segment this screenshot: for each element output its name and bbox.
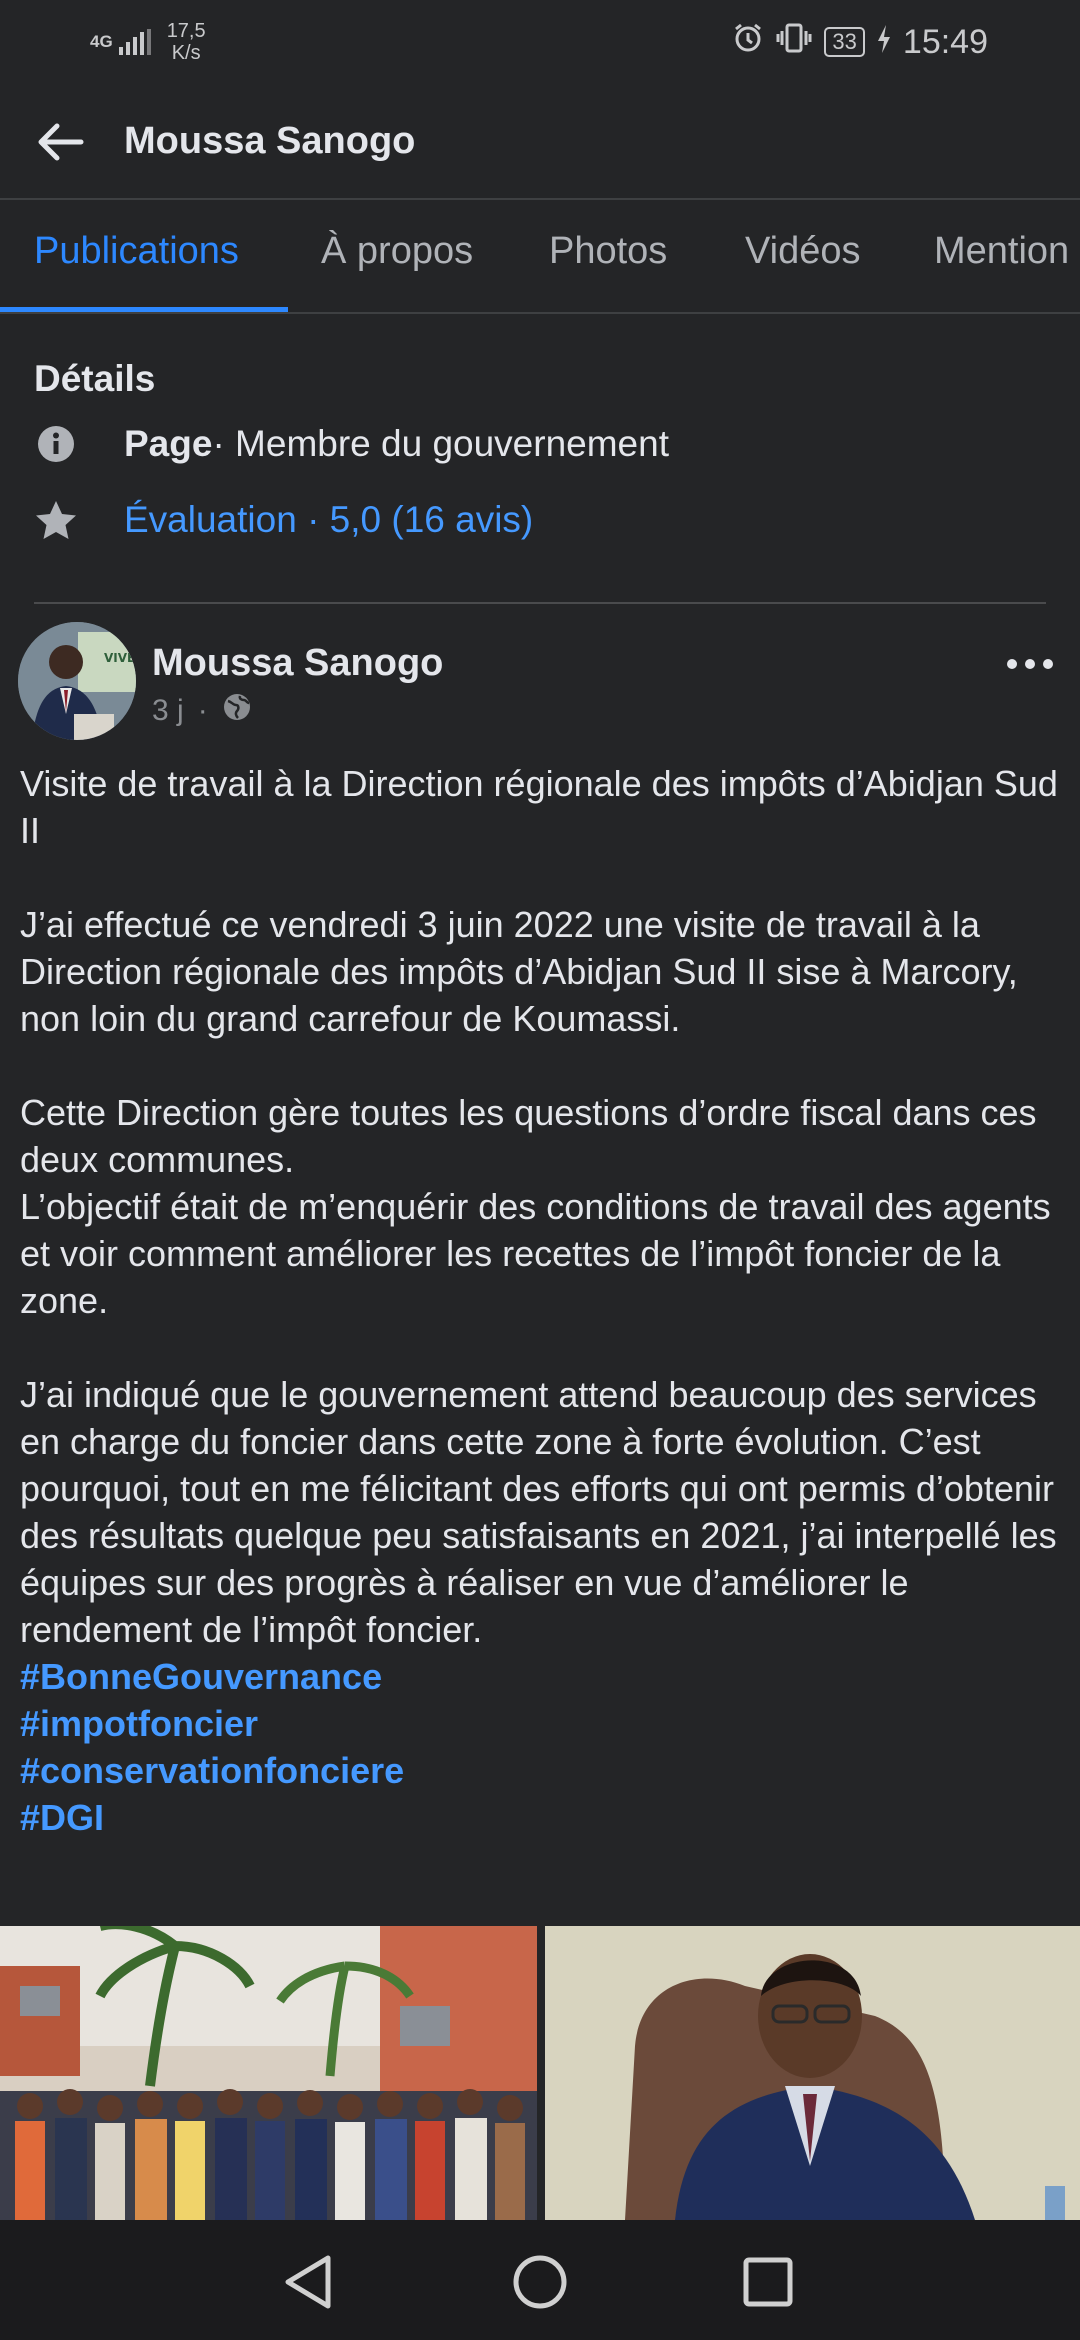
- info-icon: [34, 422, 78, 466]
- nav-home-button[interactable]: [508, 2250, 572, 2314]
- tab-about[interactable]: À propos: [321, 230, 473, 273]
- section-divider: [34, 602, 1046, 604]
- tab-photos[interactable]: Photos: [549, 230, 667, 273]
- tab-videos[interactable]: Vidéos: [745, 230, 861, 273]
- globe-icon: [222, 692, 252, 730]
- arrow-left-icon: [38, 123, 84, 161]
- page-title: Moussa Sanogo: [124, 120, 416, 162]
- portrait-photo[interactable]: [545, 1926, 1080, 2220]
- post-paragraph: Cette Direction gère toutes les question…: [20, 1092, 1051, 1321]
- tab-mentions[interactable]: Mention: [934, 230, 1069, 273]
- page-category-row: Page · Membre du gouvernement: [34, 422, 669, 466]
- network-type: 4G: [90, 32, 113, 51]
- details-title: Détails: [34, 358, 156, 399]
- more-dot: [1025, 659, 1035, 669]
- battery-level: 33: [824, 27, 865, 57]
- hashtag-link[interactable]: #BonneGouvernance: [20, 1653, 1070, 1700]
- vibrate-icon: [776, 22, 812, 62]
- system-nav-bar: [0, 2220, 1080, 2340]
- rating-link[interactable]: Évaluation · 5,0 (16 avis): [124, 499, 533, 541]
- rating-row[interactable]: Évaluation · 5,0 (16 avis): [34, 498, 533, 542]
- post-author[interactable]: Moussa Sanogo: [152, 642, 443, 685]
- network-speed-value: 17,5: [166, 20, 206, 42]
- post-paragraph: Visite de travail à la Direction régiona…: [20, 763, 1058, 851]
- star-icon: [34, 498, 78, 542]
- nav-recents-button[interactable]: [736, 2250, 800, 2314]
- alarm-icon: [732, 22, 764, 62]
- nav-back-button[interactable]: [276, 2250, 340, 2314]
- page-label: Page: [124, 423, 213, 464]
- svg-text:VIVE: VIVE: [104, 651, 135, 665]
- status-left: 4G 17,5 K/s: [90, 20, 206, 64]
- signal-icon: [118, 29, 151, 55]
- hashtag-link[interactable]: #impotfoncier: [20, 1700, 1070, 1747]
- post-time[interactable]: 3 j: [152, 694, 184, 728]
- group-photo[interactable]: [0, 1926, 537, 2220]
- back-button[interactable]: [30, 114, 90, 170]
- active-tab-indicator: [0, 307, 288, 312]
- post-meta: 3 j ·: [152, 692, 252, 730]
- profile-tabs: Publications À propos Photos Vidéos Ment…: [0, 200, 1080, 314]
- more-dot: [1007, 659, 1017, 669]
- meta-separator: ·: [197, 694, 208, 727]
- avatar[interactable]: VIVE: [18, 622, 136, 740]
- post-photos: [0, 1926, 1080, 2220]
- post-text: Visite de travail à la Direction régiona…: [20, 760, 1070, 1841]
- network-speed: 17,5 K/s: [167, 20, 206, 64]
- triangle-back-icon: [285, 2255, 331, 2309]
- more-options-button[interactable]: [1000, 644, 1060, 684]
- hashtag-link[interactable]: #DGI: [20, 1794, 1070, 1841]
- tab-publications[interactable]: Publications: [34, 230, 239, 273]
- status-bar: 4G 17,5 K/s 33 15:49: [0, 0, 1080, 84]
- hashtag-list: #BonneGouvernance #impotfoncier #conserv…: [20, 1653, 1070, 1841]
- status-right: 33 15:49: [732, 22, 988, 62]
- charging-icon: [877, 23, 891, 61]
- clock: 15:49: [902, 22, 988, 61]
- page-category: · Membre du gouvernement: [212, 423, 669, 464]
- page-header: Moussa Sanogo: [0, 84, 1080, 200]
- hashtag-link[interactable]: #conservationfonciere: [20, 1747, 1070, 1794]
- network-speed-unit: K/s: [171, 42, 201, 64]
- post-paragraph: J’ai indiqué que le gouvernement attend …: [20, 1374, 1057, 1650]
- details-section: Détails Page · Membre du gouvernement Év…: [0, 316, 1080, 604]
- square-recents-icon: [743, 2257, 793, 2307]
- post-paragraph: J’ai effectué ce vendredi 3 juin 2022 un…: [20, 904, 1018, 1039]
- circle-home-icon: [513, 2255, 567, 2309]
- more-dot: [1043, 659, 1053, 669]
